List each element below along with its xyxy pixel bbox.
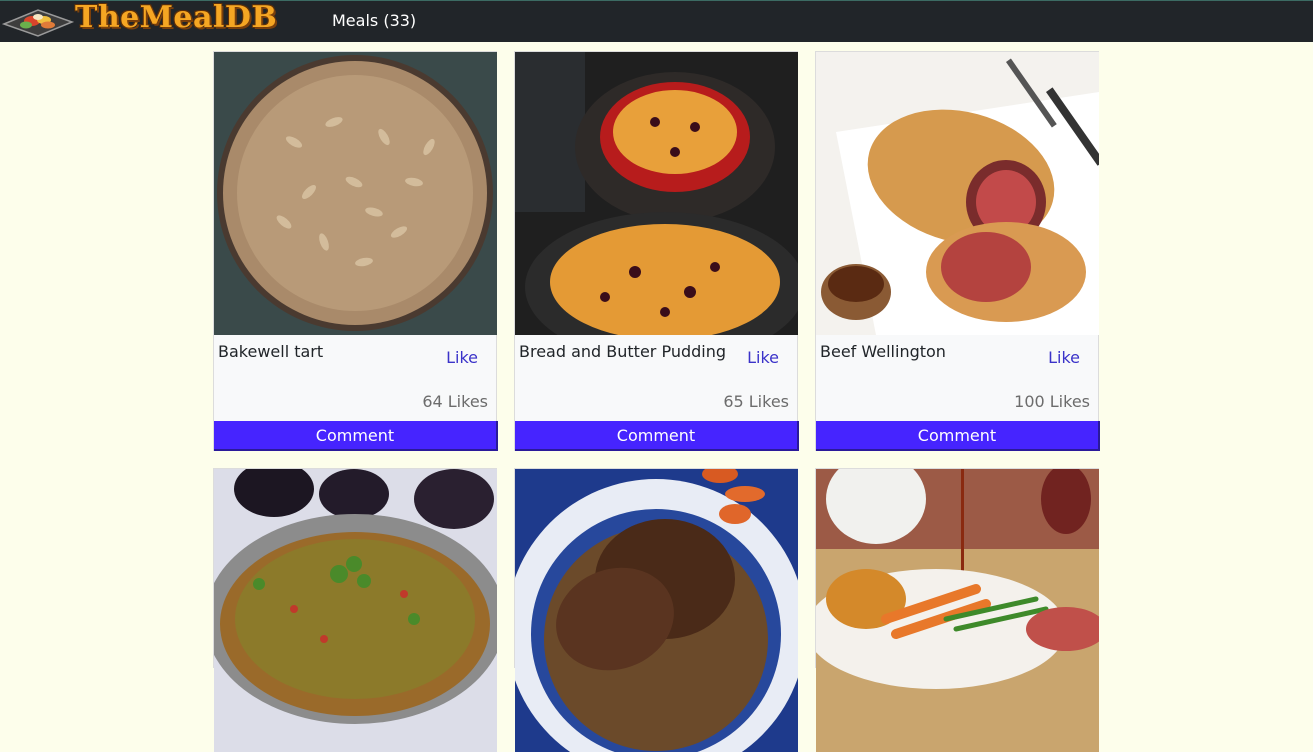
likes-count: 64 Likes xyxy=(422,392,488,411)
like-button[interactable]: Like xyxy=(747,348,779,367)
food-tray-icon xyxy=(2,9,74,37)
likes-count: 65 Likes xyxy=(723,392,789,411)
meal-card xyxy=(514,468,798,752)
meal-title: Bread and Butter Pudding xyxy=(519,342,727,361)
nav-link-meals[interactable]: Meals (33) xyxy=(332,11,416,30)
meal-image[interactable] xyxy=(515,469,798,752)
meal-image[interactable] xyxy=(214,469,497,752)
comment-button[interactable]: Comment xyxy=(214,421,498,451)
like-button[interactable]: Like xyxy=(1048,348,1080,367)
site-logo[interactable]: TheMealDB xyxy=(2,0,292,42)
meal-card: Beef Wellington Like 100 Likes Comment xyxy=(815,51,1100,451)
like-button[interactable]: Like xyxy=(446,348,478,367)
navbar: TheMealDB Meals (33) xyxy=(0,0,1313,42)
meal-title: Beef Wellington xyxy=(820,342,946,361)
meal-card xyxy=(815,468,1099,752)
meal-image[interactable] xyxy=(816,469,1099,752)
comment-button[interactable]: Comment xyxy=(515,421,799,451)
meal-image[interactable] xyxy=(515,52,798,335)
meal-card xyxy=(213,468,497,752)
meal-title: Bakewell tart xyxy=(218,342,324,361)
meal-image[interactable] xyxy=(214,52,497,335)
meal-card: Bread and Butter Pudding Like 65 Likes C… xyxy=(514,51,799,451)
likes-count: 100 Likes xyxy=(1014,392,1090,411)
comment-button[interactable]: Comment xyxy=(816,421,1100,451)
meal-image[interactable] xyxy=(816,52,1099,335)
meal-card: Bakewell tart Like 64 Likes Comment xyxy=(213,51,498,451)
logo-text: TheMealDB xyxy=(75,0,278,35)
